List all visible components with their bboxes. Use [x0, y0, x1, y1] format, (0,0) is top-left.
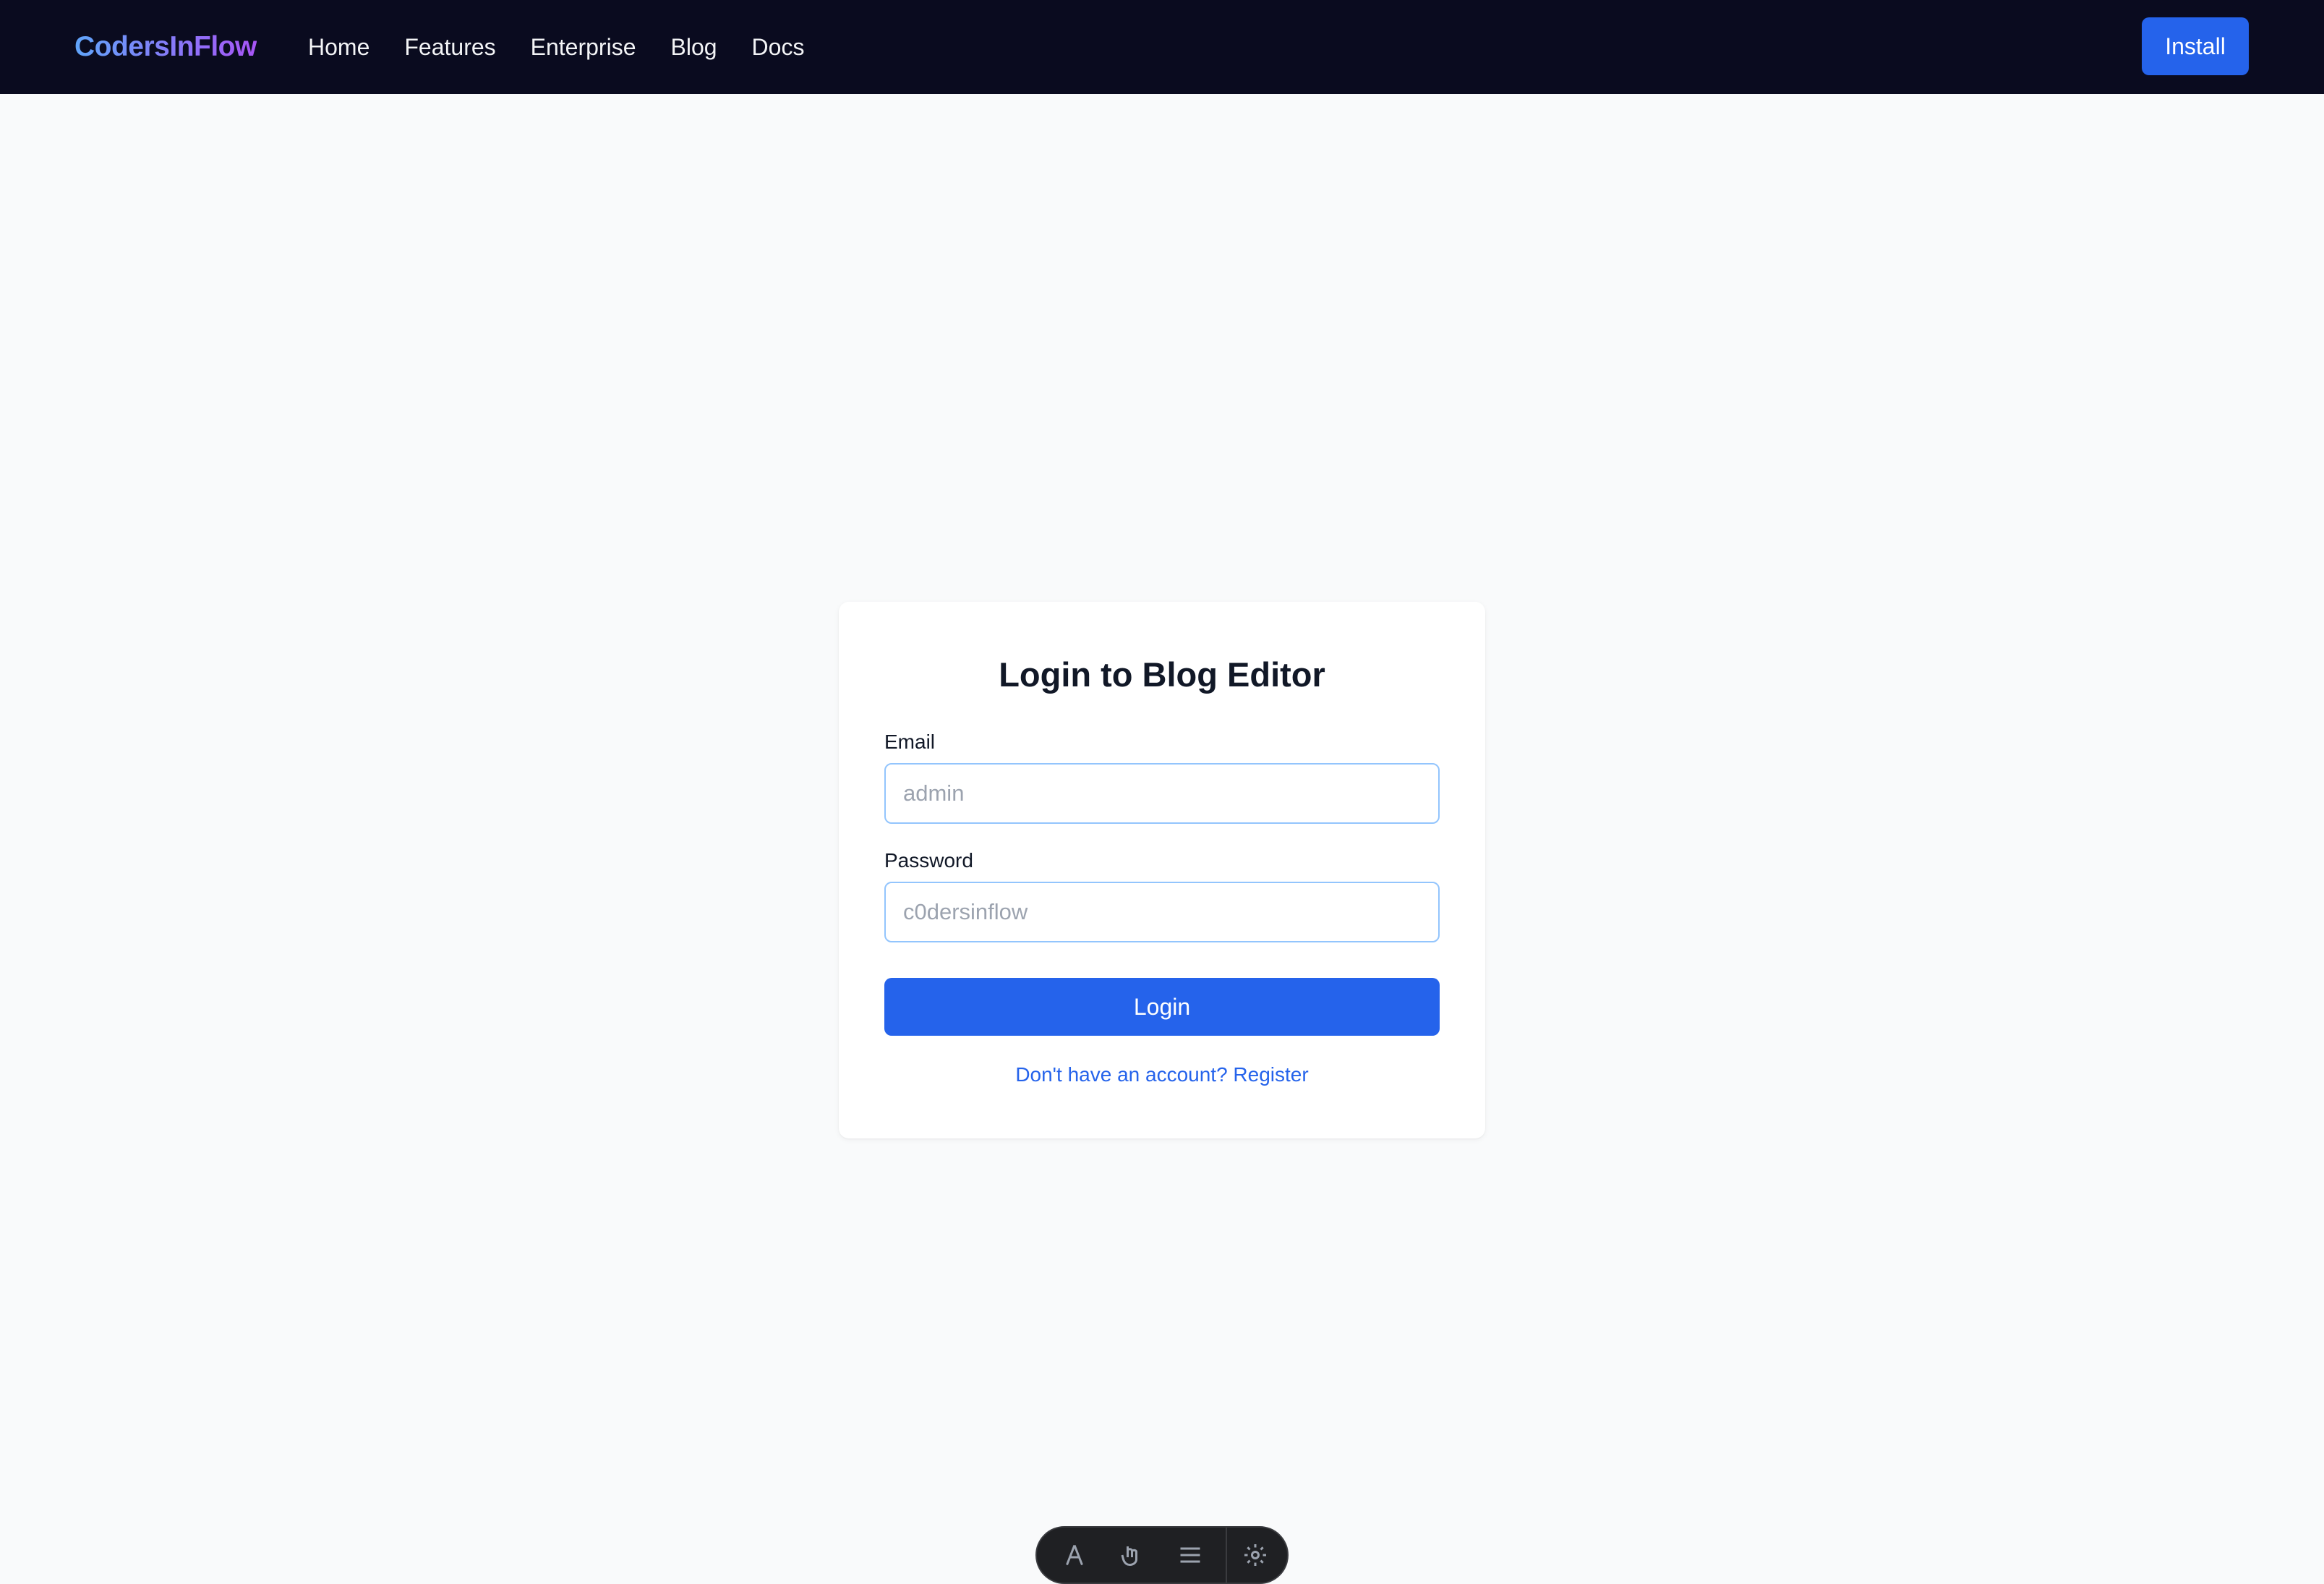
- top-navbar: CodersInFlow Home Features Enterprise Bl…: [0, 0, 2324, 94]
- nav-link-blog[interactable]: Blog: [670, 26, 717, 68]
- password-field[interactable]: [884, 882, 1440, 942]
- login-button[interactable]: Login: [884, 978, 1440, 1036]
- login-title: Login to Blog Editor: [999, 655, 1325, 694]
- email-field[interactable]: [884, 763, 1440, 824]
- bottom-toolbar: [1035, 1526, 1289, 1584]
- cursor-icon[interactable]: [1061, 1542, 1088, 1568]
- email-label: Email: [884, 731, 936, 753]
- toolbar-divider: [1226, 1528, 1227, 1583]
- nav-link-docs[interactable]: Docs: [752, 26, 805, 68]
- gear-icon[interactable]: [1242, 1542, 1268, 1568]
- nav-link-enterprise[interactable]: Enterprise: [531, 26, 636, 68]
- register-link[interactable]: Don't have an account? Register: [839, 1060, 1485, 1089]
- main-nav: Home Features Enterprise Blog Docs: [308, 26, 839, 68]
- pointer-icon[interactable]: [1118, 1542, 1144, 1568]
- install-button[interactable]: Install: [2142, 17, 2249, 75]
- nav-link-home[interactable]: Home: [308, 26, 369, 68]
- nav-link-features[interactable]: Features: [404, 26, 495, 68]
- login-card: Login to Blog Editor Email Password Logi…: [839, 602, 1485, 1138]
- menu-icon[interactable]: [1177, 1542, 1203, 1568]
- password-label: Password: [884, 849, 973, 872]
- brand-logo[interactable]: CodersInFlow: [74, 26, 257, 68]
